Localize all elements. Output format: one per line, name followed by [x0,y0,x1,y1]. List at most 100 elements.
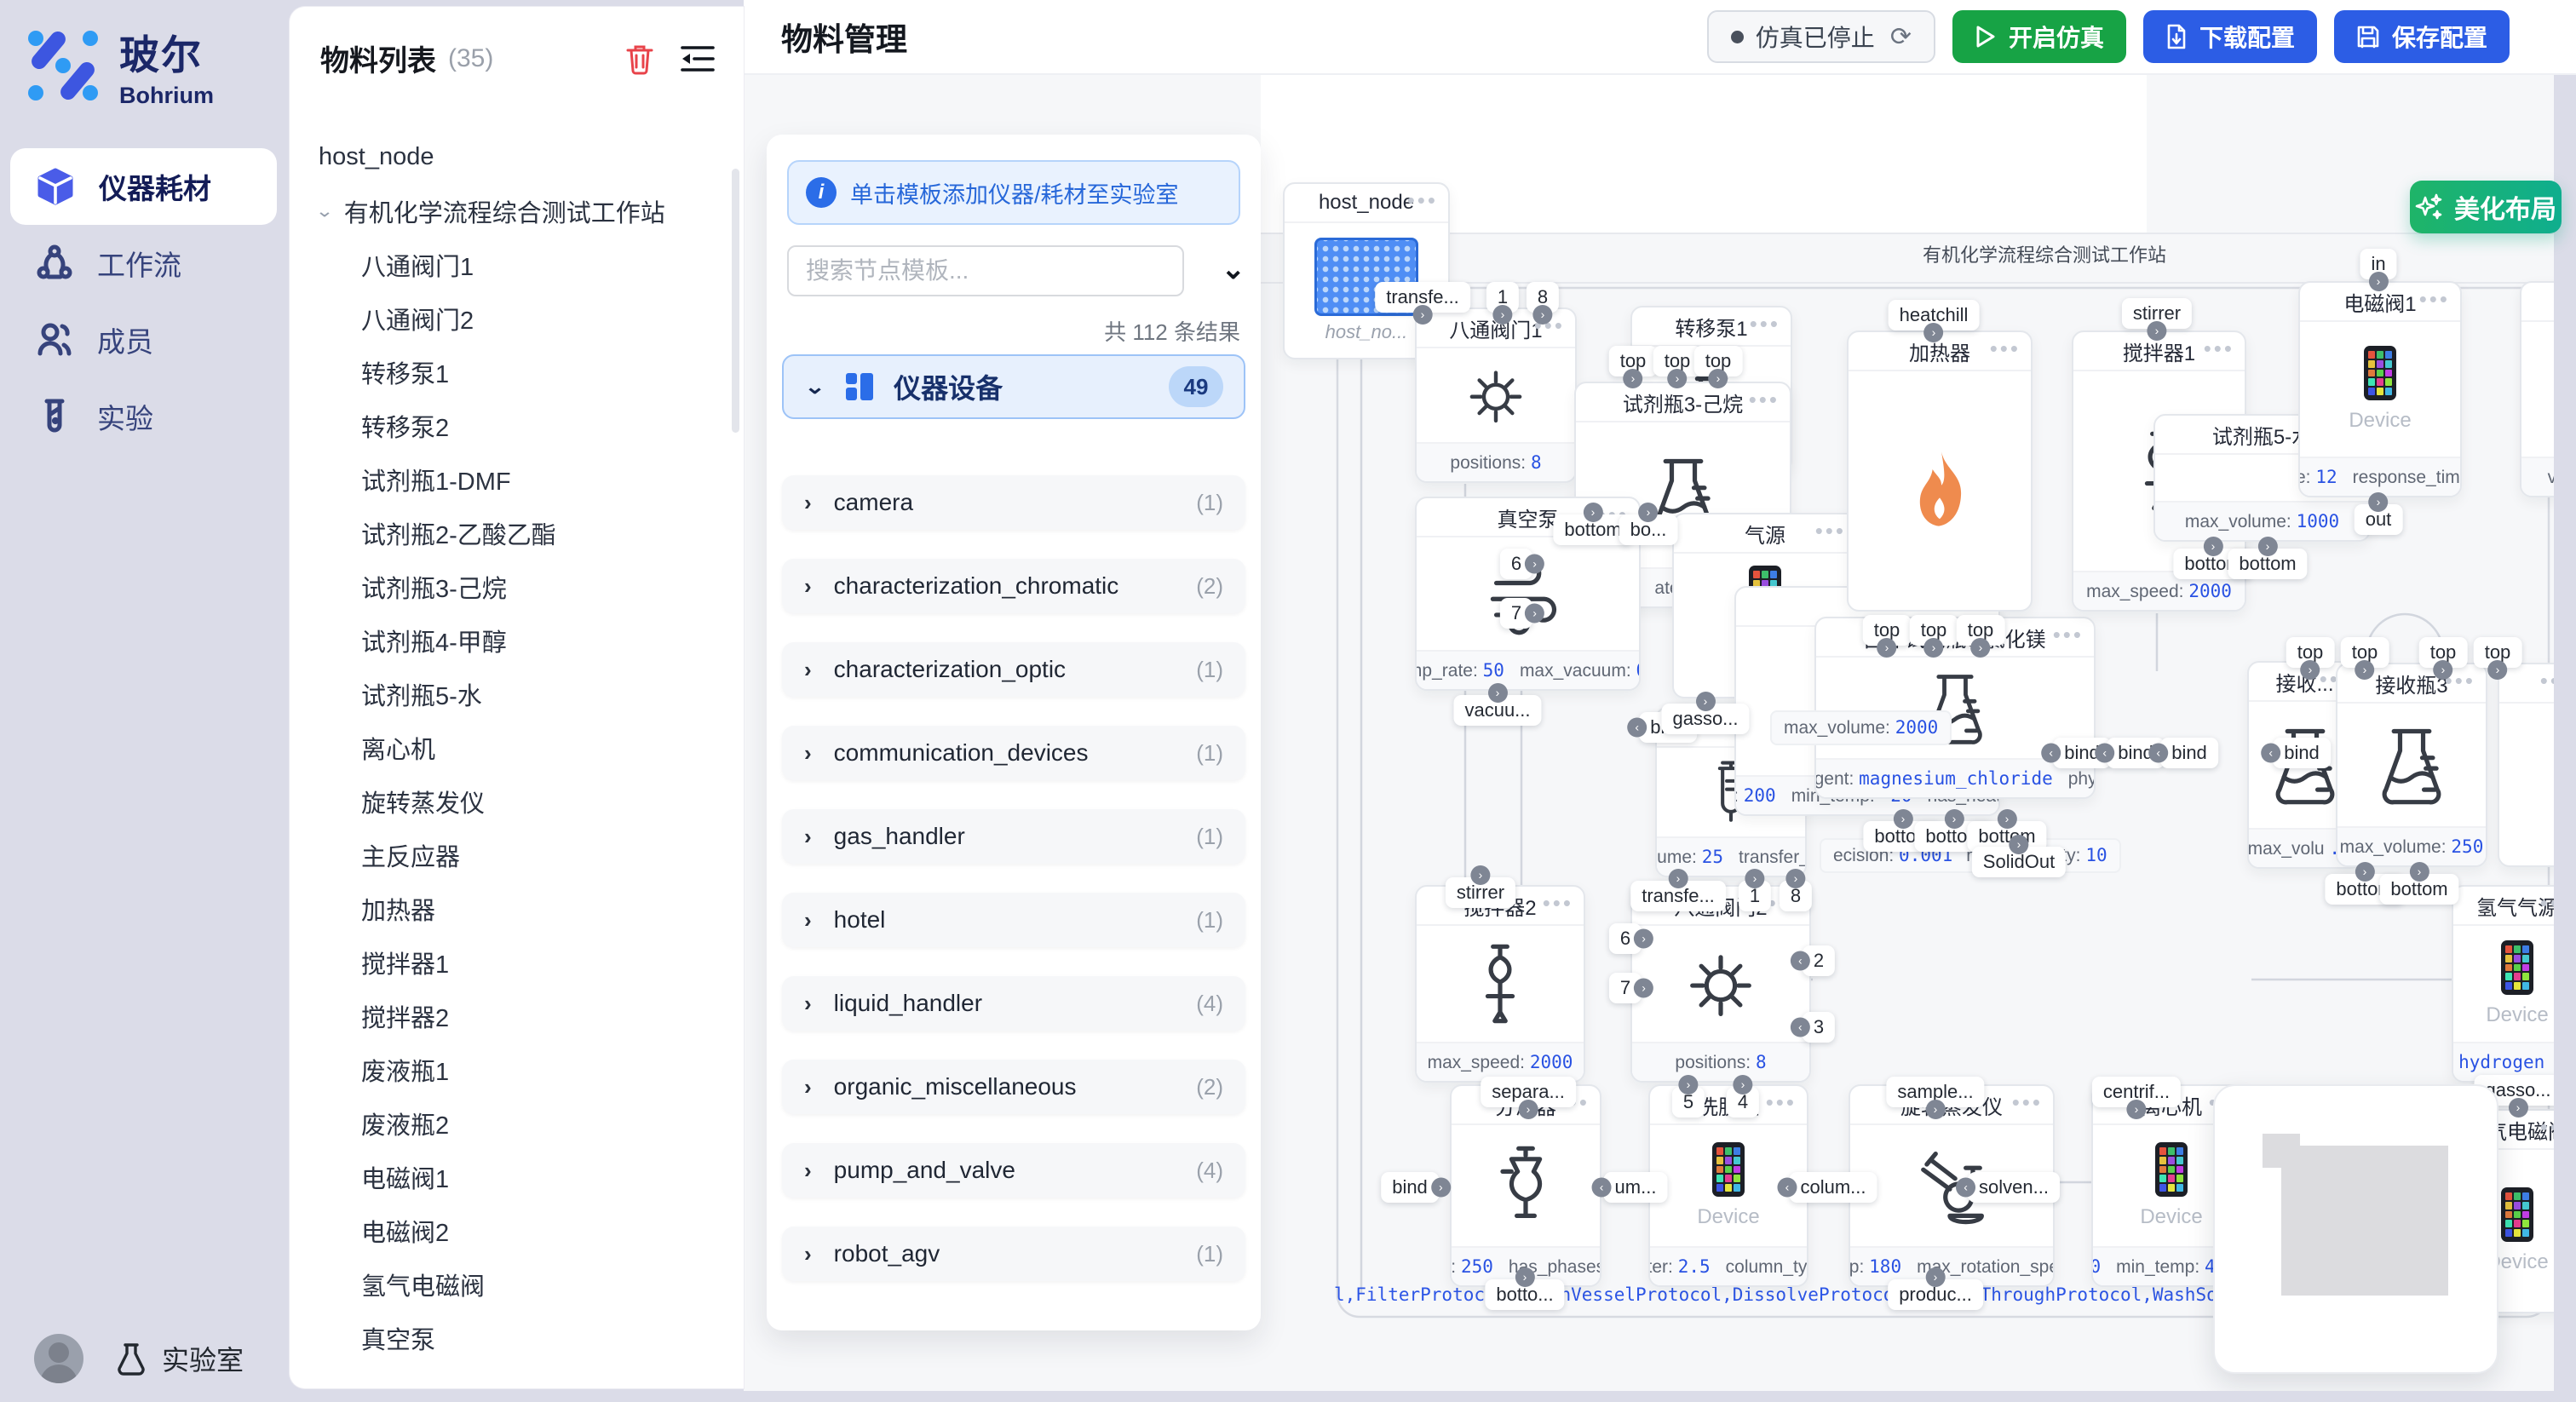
port-chip[interactable]: top› [1863,615,1912,646]
port-chip[interactable]: bind‹ [2160,738,2218,768]
port-dot-icon[interactable]: › [2257,537,2277,556]
tree-item[interactable]: 废液瓶1 [290,1043,744,1096]
tree-item[interactable]: 主反应器 [290,828,744,882]
vertical-scrollbar[interactable] [2554,75,2576,1392]
port-chip[interactable]: bottom› [2379,874,2458,905]
template-row[interactable]: ›characterization_chromatic(2) [782,559,1245,613]
port-dot-icon[interactable]: › [2355,660,2375,680]
port-chip[interactable]: gasso...› [1661,704,1749,734]
collapse-list-icon[interactable] [681,44,715,73]
port-dot-icon[interactable]: ‹ [1791,951,1810,971]
port-dot-icon[interactable]: › [1924,323,1944,342]
port-chip[interactable]: top› [1609,346,1658,376]
node-menu-icon[interactable]: ••• [2419,286,2450,313]
port-dot-icon[interactable]: ‹ [2095,744,2114,763]
port-dot-icon[interactable]: › [2409,862,2429,882]
port-chip[interactable]: heatchill› [1889,300,1980,330]
template-row[interactable]: ›characterization_optic(1) [782,642,1245,697]
port-dot-icon[interactable]: › [1583,503,1602,522]
port-chip[interactable]: 4› [1727,1087,1759,1118]
graph-node[interactable]: 电磁阀1•••Devicevoltage: 12response_time: 0… [2298,281,2462,497]
tree-item[interactable]: 试剂瓶3-己烷 [290,560,744,613]
node-menu-icon[interactable]: ••• [2012,1089,2043,1116]
port-chip[interactable]: stirrer› [2122,298,2192,329]
port-chip[interactable]: transfe...› [1630,881,1726,911]
sidebar-item-members[interactable]: 成员 [0,302,287,378]
port-dot-icon[interactable]: ‹ [2148,744,2168,763]
port-dot-icon[interactable]: › [1877,638,1897,658]
port-chip[interactable]: 7› [1500,598,1532,629]
port-dot-icon[interactable]: ‹ [1592,1178,1612,1198]
port-dot-icon[interactable]: › [2369,492,2389,512]
port-chip[interactable]: in› [2360,249,2396,279]
port-chip[interactable]: vacuu...› [1453,695,1541,726]
port-dot-icon[interactable]: › [1925,1100,1945,1119]
port-chip[interactable]: 6› [1609,923,1642,954]
port-dot-icon[interactable]: › [1471,865,1491,885]
port-chip[interactable]: top› [2341,637,2389,668]
node-menu-icon[interactable]: ••• [1749,387,1780,413]
port-dot-icon[interactable]: › [1518,1100,1538,1119]
port-dot-icon[interactable]: › [1971,638,1991,658]
port-chip[interactable]: 1› [1739,881,1771,911]
refresh-icon[interactable]: ⟳ [1890,22,1912,52]
port-dot-icon[interactable]: › [1679,1075,1699,1095]
port-dot-icon[interactable]: › [1533,305,1553,325]
port-dot-icon[interactable]: › [2488,660,2508,680]
port-dot-icon[interactable]: › [1634,979,1653,998]
port-chip[interactable]: bottom› [2228,549,2307,579]
port-chip[interactable]: separa...› [1481,1077,1576,1107]
port-dot-icon[interactable]: ‹ [2041,744,2061,763]
port-chip[interactable]: sample...› [1886,1077,1984,1107]
user-avatar[interactable] [34,1334,83,1383]
port-dot-icon[interactable]: ‹ [1627,718,1647,738]
tree-item[interactable]: 电磁阀1 [290,1150,744,1204]
template-row[interactable]: ›gas_handler(1) [782,809,1245,864]
tree-item[interactable]: 旋转蒸发仪 [290,774,744,828]
chevron-down-icon[interactable]: ⌄ [315,200,334,221]
template-row[interactable]: ›robot_agv(1) [782,1227,1245,1281]
port-chip[interactable]: out› [2355,504,2403,535]
port-dot-icon[interactable]: › [1525,554,1544,574]
tree-item[interactable]: 试剂瓶2-乙酸乙酯 [290,506,744,560]
delete-icon[interactable] [624,43,655,75]
tree-item[interactable]: 真空泵 [290,1311,744,1365]
tree-item[interactable]: 试剂瓶4-甲醇 [290,613,744,667]
port-chip[interactable]: top› [2419,637,2468,668]
port-chip[interactable]: centrif...› [2092,1077,2181,1107]
port-dot-icon[interactable]: › [1997,809,2016,829]
horizontal-scrollbar[interactable] [287,1391,2576,1402]
graph-node[interactable]: 加热器••• [1847,330,2033,612]
materials-scrollbar[interactable] [732,169,739,433]
port-chip[interactable]: top› [1910,615,1958,646]
port-dot-icon[interactable]: › [1669,869,1688,888]
port-chip[interactable]: 6› [1500,549,1532,579]
graph-node[interactable]: 八通阀门2•••positions: 8 [1630,885,1811,1083]
sidebar-item-workflow[interactable]: 工作流 [0,225,287,302]
tree-item[interactable]: 加热器 [290,882,744,935]
port-dot-icon[interactable]: › [2355,862,2374,882]
port-dot-icon[interactable]: › [2369,272,2389,291]
port-dot-icon[interactable]: › [1925,1267,1945,1287]
node-menu-icon[interactable]: ••• [1407,187,1438,214]
template-row[interactable]: ›liquid_handler(4) [782,976,1245,1031]
port-chip[interactable]: stirrer› [1446,877,1515,908]
port-chip[interactable]: 8› [1527,282,1559,313]
graph-node[interactable]: 接收瓶3•••max_volume: 250 [2336,663,2487,867]
tree-item[interactable]: 转移泵1 [290,345,744,399]
port-chip[interactable]: 8› [1780,881,1812,911]
port-dot-icon[interactable]: › [1639,503,1659,522]
port-chip[interactable]: top› [2474,637,2522,668]
port-chip[interactable]: bind› [1381,1172,1439,1203]
port-dot-icon[interactable]: › [1924,638,1944,658]
port-chip[interactable]: um...‹ [1604,1172,1668,1203]
port-dot-icon[interactable]: › [2434,660,2453,680]
port-dot-icon[interactable]: › [1668,369,1688,388]
port-chip[interactable]: transfe...› [1375,282,1470,313]
category-instruments[interactable]: ⌄ 仪器设备 49 [782,354,1245,419]
port-dot-icon[interactable]: › [1413,305,1433,325]
port-dot-icon[interactable]: ‹ [1791,1018,1810,1037]
graph-node[interactable]: 八通阀门1•••positions: 8 [1415,307,1577,483]
minimap[interactable] [2213,1084,2498,1374]
beautify-layout-button[interactable]: 美化布局 [2410,181,2562,233]
